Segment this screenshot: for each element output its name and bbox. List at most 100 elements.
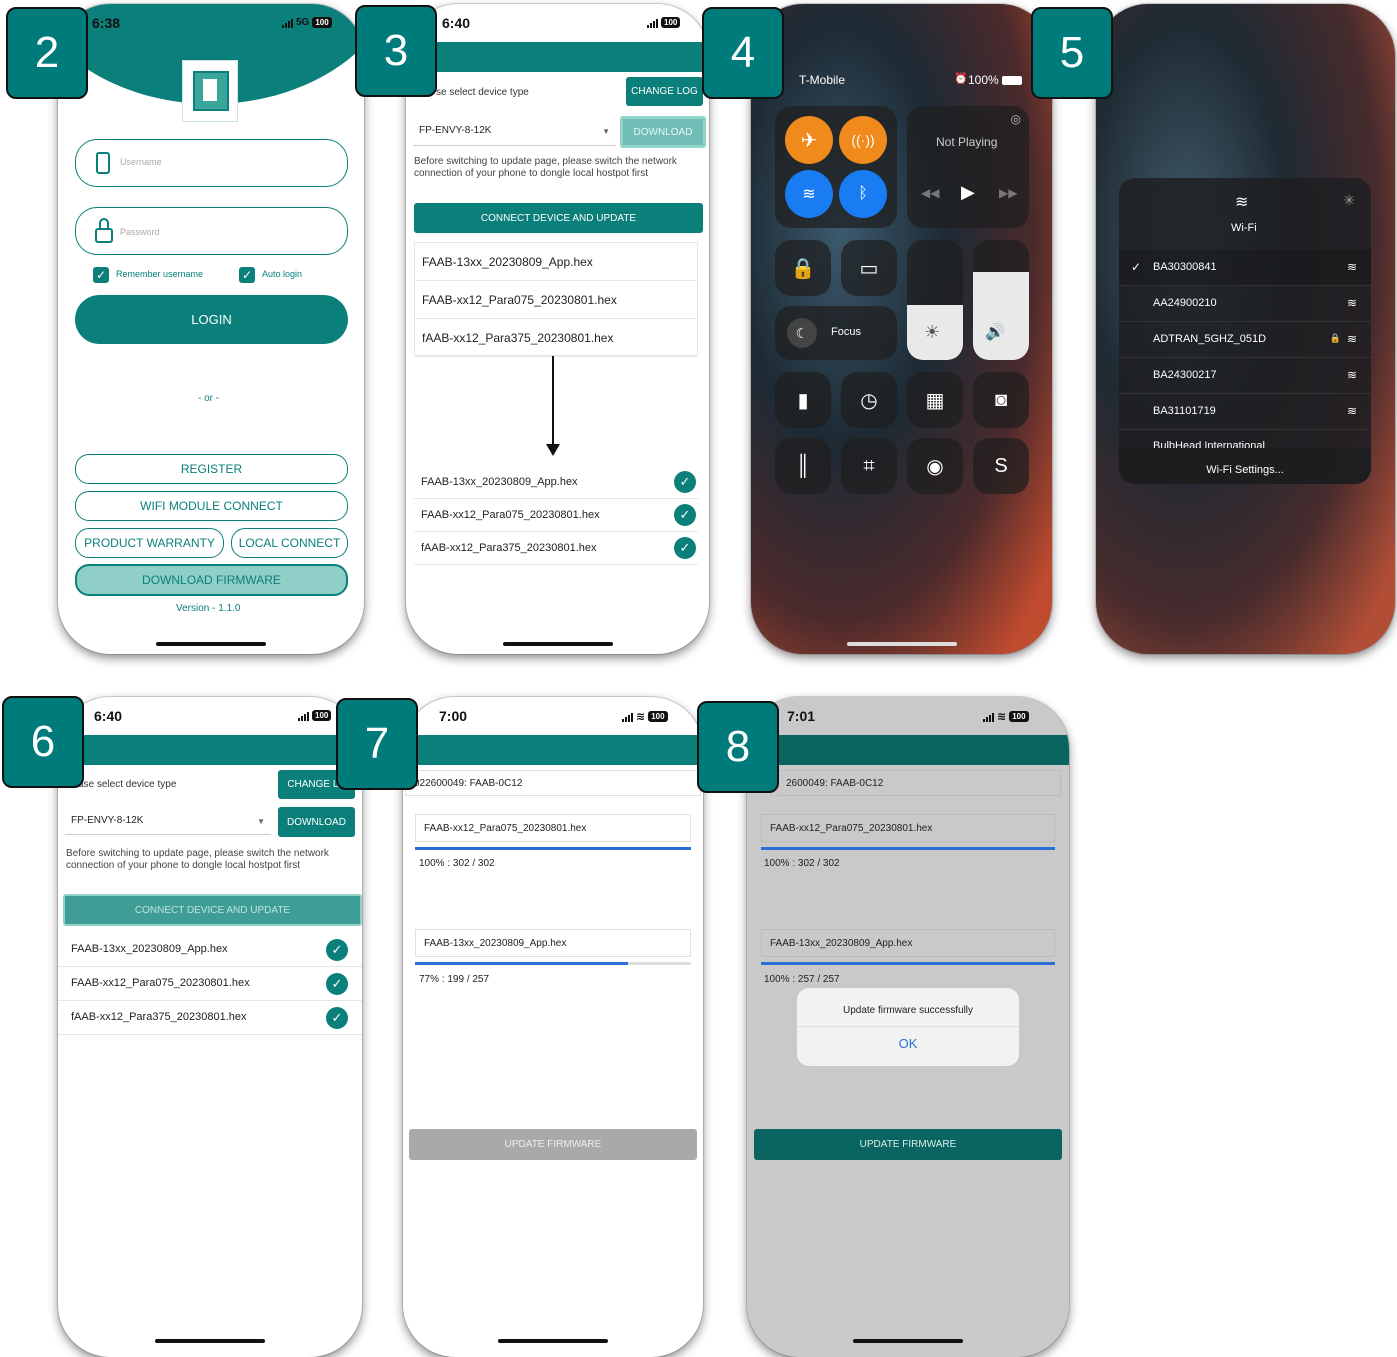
- wifi-network-row[interactable]: BulbHead International: [1119, 430, 1371, 448]
- download-label: DOWNLOAD: [287, 816, 346, 828]
- file-row[interactable]: FAAB-xx12_Para075_20230801.hex: [415, 281, 697, 319]
- lock-shackle: [99, 218, 109, 230]
- wifi-network-row[interactable]: ADTRAN_5GHZ_051D 🔒 ≋: [1119, 322, 1371, 358]
- file-row-downloaded[interactable]: FAAB-13xx_20230809_App.hex ✓: [58, 933, 362, 967]
- change-log-button[interactable]: CHANGE LOG: [626, 77, 703, 106]
- step-badge-3: 3: [355, 5, 437, 97]
- sound-recognition-button[interactable]: ║: [775, 438, 831, 494]
- selected-check-icon: ✓: [1131, 260, 1142, 274]
- signal-icon: [282, 18, 293, 28]
- file-row-downloaded[interactable]: FAAB-13xx_20230809_App.hex ✓: [414, 466, 698, 499]
- home-indicator: [1191, 642, 1301, 646]
- rewind-icon[interactable]: ◀◀: [921, 186, 939, 200]
- or-separator: - or -: [198, 393, 220, 404]
- change-log-label: CHANGE LOG: [631, 86, 698, 97]
- remember-checkbox[interactable]: ✓: [93, 267, 109, 283]
- status-time: 7:01: [787, 708, 816, 724]
- status-bar: 7:00 ≋ 100: [403, 697, 703, 731]
- wifi-toggle-button[interactable]: ≋: [785, 170, 833, 218]
- download-button[interactable]: DOWNLOAD: [620, 116, 706, 148]
- screen-mirroring-button[interactable]: ▭: [841, 240, 897, 296]
- wifi-settings-link[interactable]: Wi-Fi Settings...: [1119, 448, 1371, 484]
- file-name: FAAB-xx12_Para075_20230801.hex: [421, 509, 600, 521]
- home-indicator: [853, 1339, 963, 1343]
- airplane-mode-button[interactable]: ✈: [785, 116, 833, 164]
- product-warranty-button[interactable]: PRODUCT WARRANTY: [75, 528, 224, 558]
- connect-device-button[interactable]: CONNECT DEVICE AND UPDATE: [414, 203, 703, 233]
- focus-button[interactable]: ☾ Focus: [775, 306, 897, 360]
- orientation-lock-button[interactable]: 🔒: [775, 240, 831, 296]
- bluetooth-toggle-button[interactable]: ᛒ: [839, 170, 887, 218]
- connect-device-button[interactable]: CONNECT DEVICE AND UPDATE: [63, 894, 362, 926]
- battery-icon: 100: [312, 710, 332, 721]
- device-type-value: FP-ENVY-8-12K: [419, 125, 492, 136]
- file-row-downloaded[interactable]: FAAB-xx12_Para075_20230801.hex ✓: [58, 967, 362, 1001]
- battery-icon: 100: [1009, 711, 1029, 722]
- forward-icon[interactable]: ▶▶: [999, 186, 1017, 200]
- file-row-downloaded[interactable]: fAAB-xx12_Para375_20230801.hex ✓: [414, 532, 698, 565]
- password-field[interactable]: Password: [75, 207, 348, 255]
- home-indicator: [502, 642, 613, 646]
- network-notice: Before switching to update page, please …: [66, 848, 329, 871]
- app-logo: [182, 60, 238, 122]
- username-field[interactable]: Username: [75, 139, 348, 187]
- update-firmware-label: UPDATE FIRMWARE: [504, 1139, 602, 1150]
- flashlight-button[interactable]: ▮: [775, 372, 831, 428]
- signal-indicator: 5G 100: [282, 17, 332, 28]
- alarm-icon: ⏰: [954, 73, 968, 85]
- wifi-network-row[interactable]: AA24900210 ≋: [1119, 286, 1371, 322]
- wifi-icon: ≋: [636, 711, 646, 723]
- status-bar: 7:01 ≋ 100: [747, 697, 1069, 731]
- speaker-icon: 🔊: [985, 324, 1005, 341]
- status-time: 6:40: [442, 15, 471, 31]
- download-firmware-button[interactable]: DOWNLOAD FIRMWARE: [75, 564, 348, 596]
- file-row-downloaded[interactable]: fAAB-xx12_Para375_20230801.hex ✓: [58, 1001, 362, 1035]
- wifi-network-row[interactable]: BA24300217 ≋: [1119, 358, 1371, 394]
- download-button[interactable]: DOWNLOAD: [278, 807, 355, 837]
- update-firmware-button[interactable]: UPDATE FIRMWARE: [754, 1129, 1062, 1160]
- play-icon[interactable]: ▶: [961, 182, 975, 203]
- file-name: FAAB-13xx_20230809_App.hex: [421, 476, 578, 488]
- device-id-field: 022600049: FAAB-0C12: [405, 770, 701, 796]
- local-connect-button[interactable]: LOCAL CONNECT: [231, 528, 348, 558]
- file-row[interactable]: fAAB-xx12_Para375_20230801.hex: [415, 319, 697, 357]
- device-type-select[interactable]: FP-ENVY-8-12K ▼: [65, 807, 271, 835]
- qr-scanner-button[interactable]: ⌗: [841, 438, 897, 494]
- progress-1-text: 100% : 302 / 302: [419, 858, 495, 869]
- file-2-field: FAAB-13xx_20230809_App.hex: [761, 929, 1055, 957]
- timer-button[interactable]: ◷: [841, 372, 897, 428]
- progress-bar-1: [761, 847, 1055, 850]
- auto-login-checkbox[interactable]: ✓: [239, 267, 255, 283]
- wifi-icon: ≋: [997, 711, 1007, 723]
- progress-fill-2: [415, 962, 628, 965]
- file-row[interactable]: FAAB-13xx_20230809_App.hex: [415, 243, 697, 281]
- cellular-data-button[interactable]: ((·)): [839, 116, 887, 164]
- local-connect-label: LOCAL CONNECT: [238, 536, 341, 550]
- shazam-button[interactable]: S: [973, 438, 1029, 494]
- calculator-button[interactable]: ▦: [907, 372, 963, 428]
- check-icon: ✓: [674, 504, 696, 526]
- register-button[interactable]: REGISTER: [75, 454, 348, 484]
- logo-inner: [203, 79, 217, 101]
- connect-label: CONNECT DEVICE AND UPDATE: [134, 904, 291, 916]
- lock-icon: [95, 228, 113, 243]
- volume-slider[interactable]: 🔊: [973, 240, 1029, 360]
- signal-icon: [647, 18, 658, 28]
- brightness-slider[interactable]: ☀: [907, 240, 963, 360]
- screen-record-button[interactable]: ◉: [907, 438, 963, 494]
- screen-2-login: 6:38 5G 100 Username Password ✓ Remember…: [58, 4, 364, 654]
- camera-button[interactable]: ◙: [973, 372, 1029, 428]
- login-button[interactable]: LOGIN: [75, 295, 348, 344]
- check-icon: ✓: [674, 537, 696, 559]
- step-badge-2: 2: [6, 7, 88, 99]
- file-row-downloaded[interactable]: FAAB-xx12_Para075_20230801.hex ✓: [414, 499, 698, 532]
- downloaded-file-list: FAAB-13xx_20230809_App.hex ✓ FAAB-xx12_Pa…: [414, 466, 698, 565]
- wifi-module-connect-button[interactable]: WIFI MODULE CONNECT: [75, 491, 348, 521]
- wifi-network-row[interactable]: ✓ BA30300841 ≋: [1119, 250, 1371, 286]
- update-firmware-button[interactable]: UPDATE FIRMWARE: [409, 1129, 697, 1160]
- device-type-select[interactable]: FP-ENVY-8-12K ▼: [413, 118, 616, 146]
- home-indicator: [155, 1339, 265, 1343]
- ok-button[interactable]: OK: [797, 1036, 1019, 1051]
- wifi-network-row[interactable]: BA31101719 ≋: [1119, 394, 1371, 430]
- wifi-signal-icon: ≋: [1346, 332, 1357, 346]
